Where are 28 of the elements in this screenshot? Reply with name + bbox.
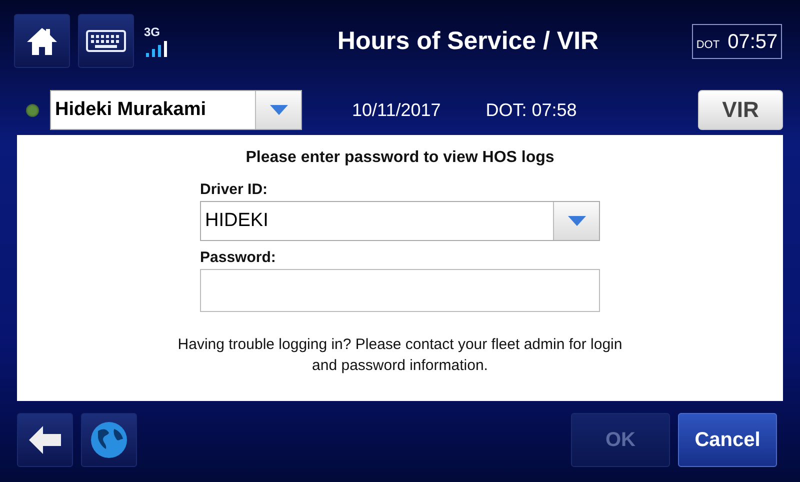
vir-button[interactable]: VIR bbox=[698, 90, 783, 130]
login-prompt: Please enter password to view HOS logs bbox=[246, 149, 554, 167]
password-field[interactable] bbox=[200, 269, 600, 312]
screen-title: Hours of Service / VIR bbox=[336, 26, 600, 56]
dropdown-caret-icon bbox=[270, 105, 288, 115]
network-type: 3G bbox=[144, 25, 160, 39]
clock-label: DOT bbox=[696, 38, 720, 50]
field-label: Driver ID: bbox=[200, 181, 269, 198]
dot-time-text: DOT: 07:58 bbox=[486, 100, 577, 120]
keyboard-icon bbox=[86, 30, 126, 52]
date-text: 10/11/2017 bbox=[352, 100, 441, 120]
dropdown-button[interactable] bbox=[553, 202, 599, 240]
home-button[interactable] bbox=[14, 14, 70, 68]
action-button[interactable]: Cancel bbox=[678, 413, 777, 467]
signal-icon bbox=[144, 39, 170, 57]
clock-time: 07:57 bbox=[728, 30, 778, 54]
field-label: Password: bbox=[200, 249, 277, 266]
home-icon bbox=[26, 26, 58, 56]
driver-select[interactable]: Hideki Murakami bbox=[50, 90, 302, 130]
back-button[interactable] bbox=[17, 413, 73, 467]
back-arrow-icon bbox=[29, 426, 61, 454]
dropdown-caret-icon bbox=[568, 216, 586, 226]
keyboard-button[interactable] bbox=[78, 14, 134, 68]
globe-icon bbox=[90, 421, 128, 459]
help-text: Having trouble logging in? Please contact your fleet admin for login and password information. bbox=[176, 335, 624, 376]
driver-id-select[interactable]: HIDEKI bbox=[200, 201, 600, 241]
dropdown-button[interactable] bbox=[255, 91, 301, 129]
globe-button[interactable] bbox=[81, 413, 137, 467]
